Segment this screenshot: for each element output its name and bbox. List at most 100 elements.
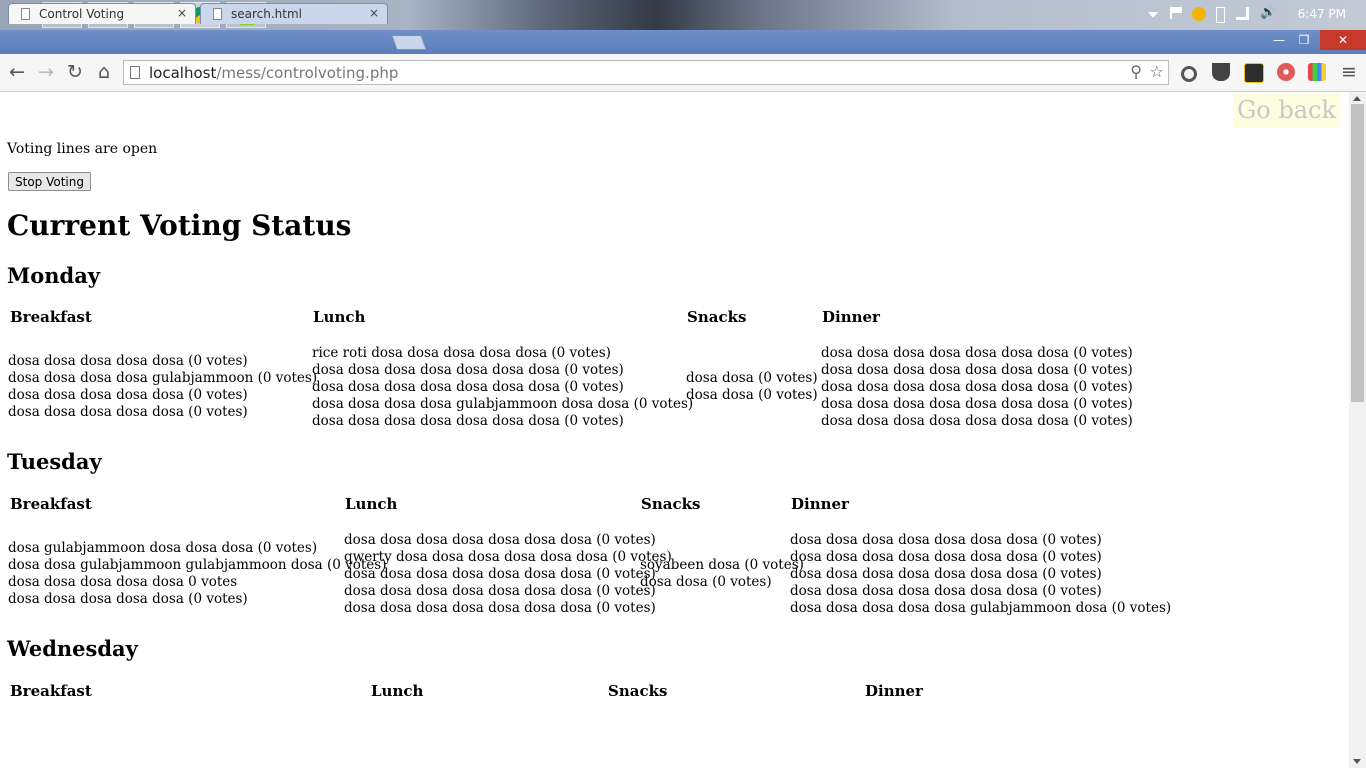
vote-item: dosa dosa dosa dosa dosa dosa dosa (0 vo… <box>790 566 1102 582</box>
vote-item: dosa dosa dosa dosa dosa dosa dosa (0 vo… <box>312 413 624 429</box>
action-center-flag-icon[interactable] <box>1170 7 1182 19</box>
vote-item: dosa dosa dosa dosa dosa dosa dosa (0 vo… <box>790 532 1102 548</box>
vote-item: dosa dosa dosa dosa gulabjammoon (0 vote… <box>8 370 318 386</box>
monday-snacks-list: dosa dosa (0 votes) dosa dosa (0 votes) <box>686 370 818 404</box>
forward-arrow-icon[interactable]: → <box>35 61 57 83</box>
meal-header-lunch: Lunch <box>371 682 424 700</box>
day-title-monday: Monday <box>7 263 101 288</box>
tuesday-lunch-list: dosa dosa dosa dosa dosa dosa dosa (0 vo… <box>344 532 672 617</box>
tab-search-html[interactable]: search.html × <box>200 3 388 24</box>
tab-label: search.html <box>231 7 303 21</box>
home-icon[interactable]: ⌂ <box>93 61 115 83</box>
go-back-link[interactable]: Go back <box>1233 94 1340 128</box>
vote-item: dosa dosa dosa dosa dosa dosa dosa (0 vo… <box>344 583 656 599</box>
page-viewport: Go back Voting lines are open Stop Votin… <box>0 92 1349 768</box>
meal-header-snacks: Snacks <box>608 682 668 700</box>
meal-header-snacks: Snacks <box>641 495 701 513</box>
vote-item: dosa dosa dosa dosa dosa (0 votes) <box>8 591 248 607</box>
page-info-icon[interactable] <box>130 66 140 79</box>
tuesday-breakfast-list: dosa gulabjammoon dosa dosa dosa (0 vote… <box>8 540 386 608</box>
tab-control-voting[interactable]: Control Voting × <box>8 3 196 24</box>
vote-item: dosa dosa gulabjammoon gulabjammoon dosa… <box>8 557 387 573</box>
search-icon[interactable]: ⚲ <box>1130 62 1142 81</box>
vote-item: dosa dosa dosa dosa dosa dosa dosa (0 vo… <box>821 379 1133 395</box>
meal-header-snacks: Snacks <box>687 308 747 326</box>
meal-header-breakfast: Breakfast <box>10 308 92 326</box>
vote-item: dosa dosa dosa dosa dosa dosa dosa (0 vo… <box>821 396 1133 412</box>
meal-header-lunch: Lunch <box>313 308 366 326</box>
reload-icon[interactable]: ↻ <box>64 61 86 83</box>
vote-item: dosa dosa (0 votes) <box>686 387 818 403</box>
scroll-down-arrow-icon[interactable] <box>1353 759 1361 764</box>
volume-icon[interactable]: 🔊 <box>1260 5 1276 20</box>
browser-tab-strip <box>0 30 1366 54</box>
stop-voting-button[interactable]: Stop Voting <box>8 172 91 191</box>
battery-icon[interactable] <box>1216 7 1225 23</box>
page-scrollbar[interactable] <box>1349 92 1366 768</box>
meal-header-dinner: Dinner <box>822 308 880 326</box>
extension-circle-icon[interactable] <box>1181 66 1197 82</box>
address-bar[interactable]: localhost/mess/controlvoting.php ⚲ ☆ <box>123 60 1169 85</box>
vote-item: dosa dosa dosa dosa dosa (0 votes) <box>8 404 248 420</box>
vote-item: dosa dosa dosa dosa dosa (0 votes) <box>8 387 248 403</box>
bookmark-star-icon[interactable]: ☆ <box>1150 62 1164 81</box>
meal-header-dinner: Dinner <box>791 495 849 513</box>
chrome-menu-icon[interactable]: ≡ <box>1338 61 1360 83</box>
vote-item: dosa dosa dosa dosa dosa dosa dosa (0 vo… <box>790 583 1102 599</box>
voting-status-text: Voting lines are open <box>7 141 158 157</box>
vote-item: dosa dosa (0 votes) <box>686 370 818 386</box>
scroll-up-arrow-icon[interactable] <box>1353 96 1361 101</box>
vote-item: dosa dosa dosa dosa dosa dosa dosa (0 vo… <box>344 532 656 548</box>
extension-burst-icon[interactable] <box>1277 63 1295 81</box>
day-title-wednesday: Wednesday <box>7 636 138 661</box>
meal-header-breakfast: Breakfast <box>10 682 92 700</box>
scrollbar-thumb[interactable] <box>1351 104 1364 402</box>
taskbar-clock[interactable]: 6:47 PM <box>1298 7 1346 21</box>
page-icon <box>21 8 30 20</box>
vote-item: dosa dosa dosa dosa gulabjammoon dosa do… <box>312 396 694 412</box>
vote-item: dosa dosa dosa dosa dosa dosa dosa (0 vo… <box>312 362 624 378</box>
close-tab-icon[interactable]: × <box>177 6 187 20</box>
vote-item: dosa dosa dosa dosa dosa dosa dosa (0 vo… <box>344 600 656 616</box>
network-signal-icon[interactable] <box>1236 7 1249 20</box>
vote-item: dosa dosa (0 votes) <box>640 574 772 590</box>
minimize-window-button[interactable]: — <box>1266 30 1292 50</box>
new-tab-button[interactable] <box>391 35 427 50</box>
close-window-button[interactable]: ✕ <box>1320 30 1366 50</box>
meal-header-breakfast: Breakfast <box>10 495 92 513</box>
vote-item: dosa dosa dosa dosa dosa dosa dosa (0 vo… <box>821 413 1133 429</box>
vote-item: dosa dosa dosa dosa dosa dosa dosa (0 vo… <box>821 362 1133 378</box>
monday-dinner-list: dosa dosa dosa dosa dosa dosa dosa (0 vo… <box>821 345 1133 430</box>
monday-lunch-list: rice roti dosa dosa dosa dosa dosa (0 vo… <box>312 345 693 430</box>
restore-window-button[interactable]: ❐ <box>1292 30 1316 50</box>
vote-item: dosa gulabjammoon dosa dosa dosa (0 vote… <box>8 540 318 556</box>
extension-tv-icon[interactable] <box>1308 63 1326 81</box>
tab-label: Control Voting <box>39 7 125 21</box>
vote-item: dosa dosa dosa dosa dosa 0 votes <box>8 574 238 590</box>
page-icon <box>213 8 222 20</box>
meal-header-lunch: Lunch <box>345 495 398 513</box>
vote-item: dosa dosa dosa dosa dosa dosa dosa (0 vo… <box>821 345 1133 361</box>
vote-item: dosa dosa dosa dosa dosa (0 votes) <box>8 353 248 369</box>
extension-check-icon[interactable] <box>1244 63 1264 83</box>
pocket-icon[interactable] <box>1212 63 1230 81</box>
vote-item: dosa dosa dosa dosa dosa gulabjammoon do… <box>790 600 1172 616</box>
close-tab-icon[interactable]: × <box>369 6 379 20</box>
back-arrow-icon[interactable]: ← <box>6 61 28 83</box>
address-bar-url[interactable]: localhost/mess/controlvoting.php <box>149 64 398 82</box>
meal-header-dinner: Dinner <box>865 682 923 700</box>
monday-breakfast-list: dosa dosa dosa dosa dosa (0 votes) dosa … <box>8 353 317 421</box>
vote-item: dosa dosa dosa dosa dosa dosa dosa (0 vo… <box>344 566 656 582</box>
tuesday-snacks-list: soyabeen dosa (0 votes) dosa dosa (0 vot… <box>640 557 804 591</box>
day-title-tuesday: Tuesday <box>7 449 102 474</box>
tray-expand-icon[interactable] <box>1148 12 1158 18</box>
vote-item: dosa dosa dosa dosa dosa dosa dosa (0 vo… <box>790 549 1102 565</box>
vote-item: qwerty dosa dosa dosa dosa dosa dosa (0 … <box>344 549 672 565</box>
antivirus-tray-icon[interactable] <box>1192 7 1206 21</box>
vote-item: soyabeen dosa (0 votes) <box>640 557 804 573</box>
page-title: Current Voting Status <box>7 209 352 242</box>
vote-item: rice roti dosa dosa dosa dosa dosa (0 vo… <box>312 345 611 361</box>
browser-toolbar: ← → ↻ ⌂ localhost/mess/controlvoting.php… <box>0 54 1366 92</box>
vote-item: dosa dosa dosa dosa dosa dosa dosa (0 vo… <box>312 379 624 395</box>
tuesday-dinner-list: dosa dosa dosa dosa dosa dosa dosa (0 vo… <box>790 532 1171 617</box>
